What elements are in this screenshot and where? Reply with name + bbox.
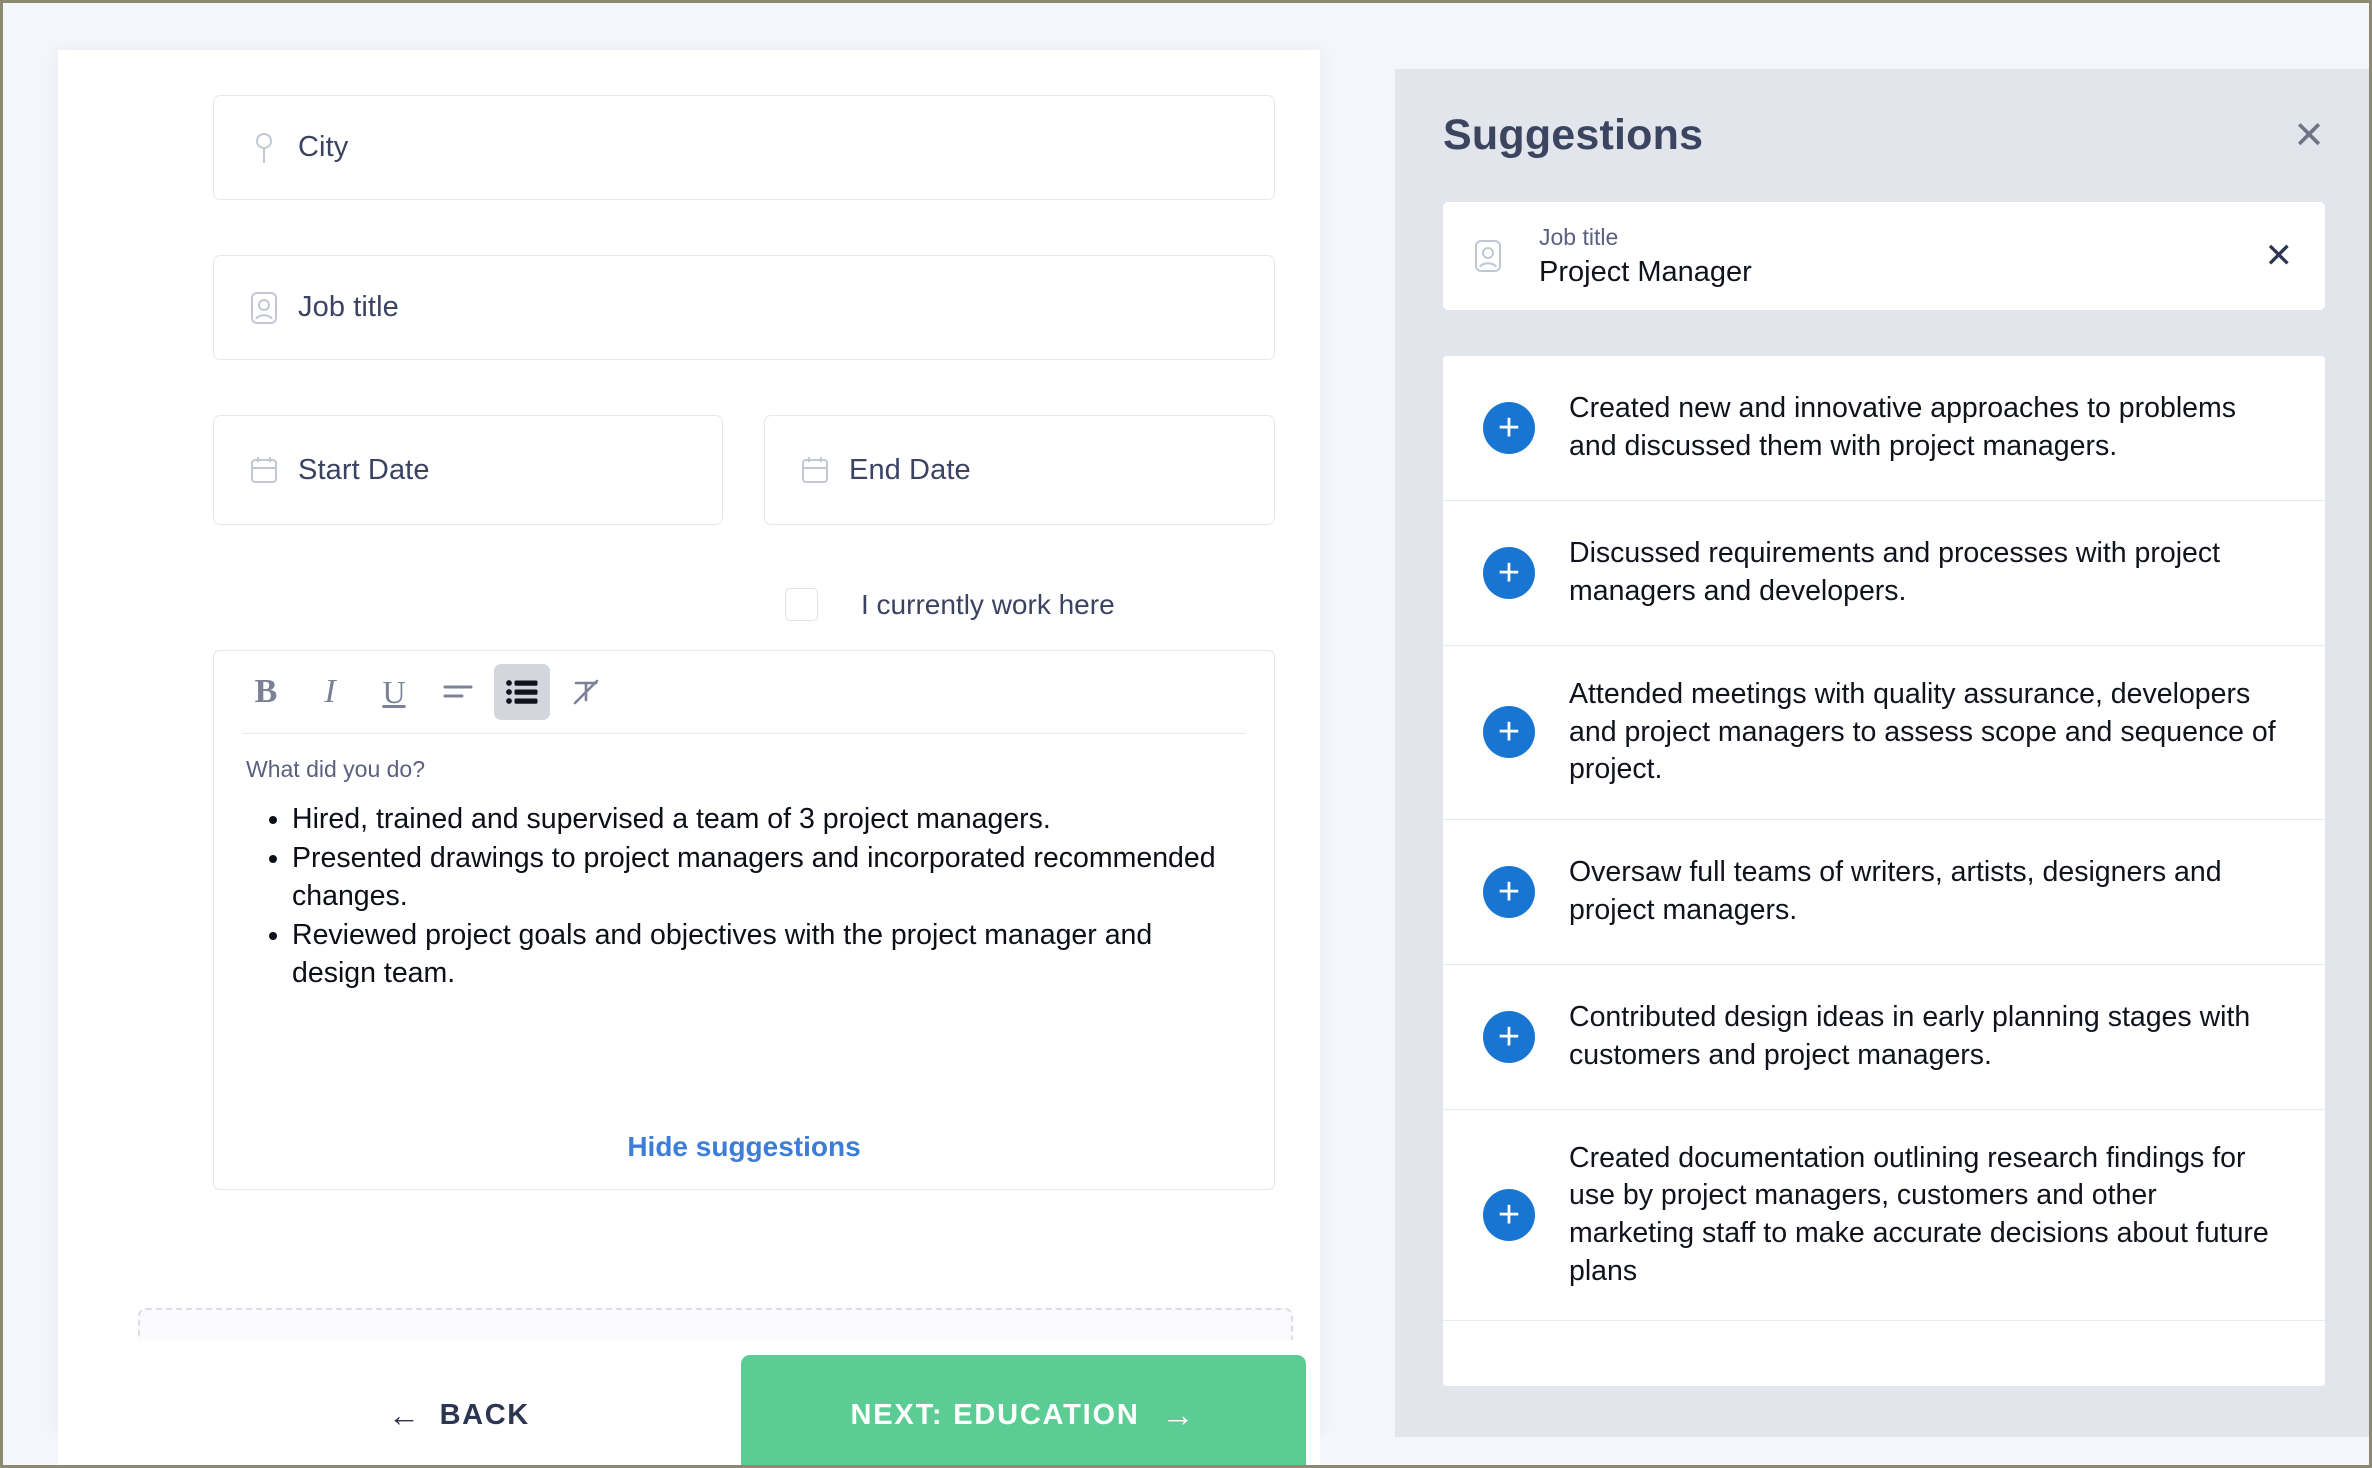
suggestion-text: Contributed design ideas in early planni… [1569,1001,2251,1071]
back-button[interactable]: ← BACK [388,1397,530,1434]
bullet-list-icon[interactable] [494,664,550,720]
list-item: Reviewed project goals and objectives wi… [292,917,1242,993]
experience-form-card: City Job title Start Date End Date I cur… [58,50,1320,1465]
end-date-placeholder: End Date [849,453,971,486]
italic-icon[interactable]: I [302,664,358,720]
suggestions-title: Suggestions [1443,111,1704,159]
hide-suggestions-link[interactable]: Hide suggestions [214,1131,1274,1163]
add-suggestion-icon[interactable]: + [1483,1010,1535,1063]
suggestion-text: Discussed requirements and processes wit… [1569,537,2221,607]
clear-job-title-icon[interactable]: ✕ [2265,239,2294,273]
chip-text-group: Job title Project Manager [1539,224,2265,289]
start-date-placeholder: Start Date [298,453,430,486]
add-suggestion-icon[interactable]: + [1483,402,1535,454]
app-viewport: City Job title Start Date End Date I cur… [0,0,2372,1468]
form-footer: ← BACK NEXT: EDUCATION → [58,1340,1320,1465]
align-left-icon[interactable] [430,664,486,720]
next-button-label: NEXT: EDUCATION [850,1398,1140,1431]
currently-work-here-row[interactable]: I currently work here [785,588,1115,621]
suggestion-text: Oversaw full teams of writers, artists, … [1569,856,2222,926]
field-job-title: Job title [213,255,1275,360]
bold-icon[interactable]: B [238,664,294,720]
list-item[interactable]: + Attended meetings with quality assuran… [1443,646,2325,820]
description-editor: B I U What did you do? • Hired, trained … [213,650,1275,1190]
city-placeholder: City [298,131,349,163]
add-suggestion-icon[interactable]: + [1483,1189,1535,1242]
add-suggestion-icon[interactable]: + [1483,547,1535,599]
editor-content[interactable]: What did you do? Hired, trained and supe… [214,734,1274,992]
suggestion-text: Attended meetings with quality assurance… [1569,678,2276,786]
calendar-icon [247,453,281,487]
suggestions-list: + Created new and innovative approaches … [1443,356,2325,1386]
list-item[interactable]: + Created documentation outlining resear… [1443,1110,2325,1322]
close-icon[interactable]: ✕ [2293,117,2325,155]
list-item[interactable]: + Created new and innovative approaches … [1443,356,2325,501]
field-end-date: End Date [764,415,1275,525]
person-badge-icon [247,291,281,325]
list-item[interactable]: + Oversaw full teams of writers, artists… [1443,820,2325,965]
clear-formatting-icon[interactable] [558,664,614,720]
editor-hint-label: What did you do? [246,756,426,782]
suggestions-panel: Suggestions ✕ Job title Project Manager … [1395,69,2369,1437]
arrow-right-icon: → [1161,1396,1197,1433]
field-start-date: Start Date [213,415,723,525]
calendar-icon [798,453,832,487]
editor-toolbar: B I U [214,651,1274,733]
list-item: Presented drawings to project managers a… [292,840,1242,916]
end-date-input[interactable]: End Date [764,415,1275,525]
arrow-left-icon: ← [388,1396,422,1433]
list-item[interactable]: + Contributed design ideas in early plan… [1443,965,2325,1110]
chip-label: Job title [1539,223,1619,250]
person-badge-icon [1473,238,1513,274]
suggestion-text: Created documentation outlining research… [1569,1141,2269,1287]
job-title-input[interactable]: Job title [213,255,1275,360]
editor-bullet-list: Hired, trained and supervised a team of … [246,801,1242,992]
list-item: Hired, trained and supervised a team of … [292,801,1242,839]
currently-work-here-checkbox[interactable] [785,588,818,621]
suggestions-header: Suggestions ✕ [1395,69,2369,202]
next-education-button[interactable]: NEXT: EDUCATION → [741,1355,1306,1465]
job-title-placeholder: Job title [298,291,399,323]
field-city: City [213,95,1275,200]
add-suggestion-icon[interactable]: + [1483,706,1535,759]
currently-work-here-label: I currently work here [861,588,1115,620]
city-input[interactable]: City [213,95,1275,200]
chip-value: Project Manager [1539,255,1752,288]
suggestion-text: Created new and innovative approaches to… [1569,392,2236,462]
back-button-label: BACK [439,1398,530,1431]
list-item[interactable]: + Discussed requirements and processes w… [1443,501,2325,646]
underline-icon[interactable]: U [366,664,422,720]
job-title-search-chip[interactable]: Job title Project Manager ✕ [1443,202,2325,310]
add-suggestion-icon[interactable]: + [1483,865,1535,918]
start-date-input[interactable]: Start Date [213,415,723,525]
location-pin-icon [247,131,281,165]
